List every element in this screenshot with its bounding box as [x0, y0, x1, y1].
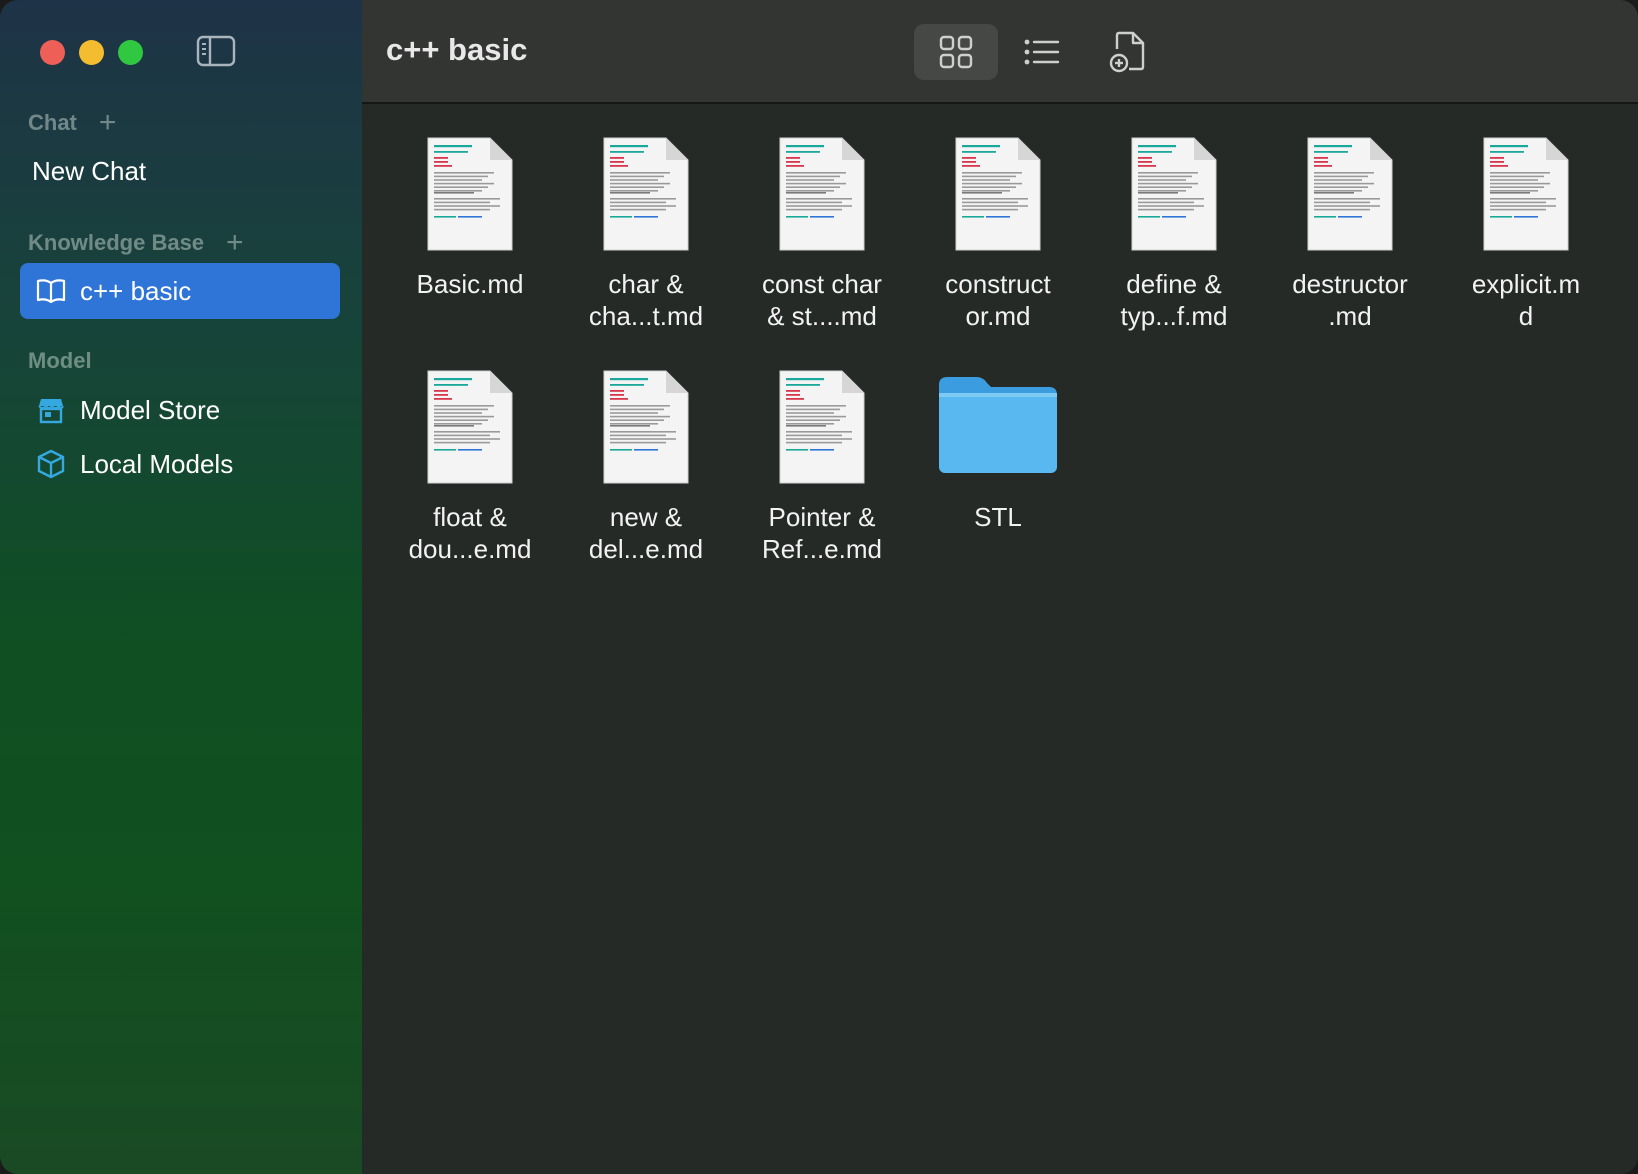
- file-name-line: typ...f.md: [1120, 301, 1228, 331]
- grid-view-button[interactable]: [914, 24, 998, 80]
- file-name-line: or.md: [965, 301, 1031, 331]
- file-item[interactable]: explicit.m d: [1438, 114, 1614, 332]
- file-name-label: Basic.md: [382, 268, 558, 300]
- file-item[interactable]: const char & st....md: [734, 114, 910, 332]
- file-name-line: construct: [945, 269, 1051, 299]
- folder-item[interactable]: STL: [910, 347, 1086, 533]
- zoom-window-button[interactable]: [118, 40, 143, 65]
- file-name-label: char & cha...t.md: [558, 268, 734, 332]
- main-area: c++ basic Basic.md char & cha...t.md con…: [362, 0, 1638, 1174]
- sidebar-toggle-button[interactable]: [196, 34, 236, 68]
- toolbar: c++ basic: [362, 0, 1638, 104]
- model-store-item[interactable]: Model Store: [20, 382, 340, 438]
- add-file-button[interactable]: [1086, 24, 1170, 80]
- file-grid: Basic.md char &cha...t.md const char&: [362, 104, 1638, 1174]
- file-item[interactable]: construct or.md: [910, 114, 1086, 332]
- list-view-icon: [1024, 39, 1060, 65]
- chat-section-header: Chat +: [28, 108, 116, 138]
- list-view-button[interactable]: [1000, 24, 1084, 80]
- file-item[interactable]: Basic.md: [382, 114, 558, 300]
- knowledge-base-section-label: Knowledge Base: [28, 230, 205, 255]
- document-icon: [427, 370, 513, 484]
- add-knowledge-base-button[interactable]: +: [226, 228, 244, 258]
- sidebar-toggle-icon: [196, 35, 236, 67]
- file-name-label: STL: [910, 501, 1086, 533]
- file-name-label: define & typ...f.md: [1086, 268, 1262, 332]
- file-name-label: construct or.md: [910, 268, 1086, 332]
- page-title: c++ basic: [386, 32, 528, 67]
- document-icon: [603, 137, 689, 251]
- knowledge-base-section-header: Knowledge Base +: [28, 228, 244, 258]
- file-item[interactable]: new & del...e.md: [558, 347, 734, 565]
- file-name-line: & st....md: [767, 301, 877, 331]
- file-name-line: const char: [762, 269, 882, 299]
- file-item[interactable]: char & cha...t.md: [558, 114, 734, 332]
- file-name-line: explicit.m: [1471, 269, 1581, 299]
- file-item[interactable]: define & typ...f.md: [1086, 114, 1262, 332]
- close-window-button[interactable]: [40, 40, 65, 65]
- file-name-line: new &: [609, 502, 683, 532]
- document-icon: [779, 370, 865, 484]
- file-name-line: Ref...e.md: [762, 534, 882, 564]
- book-icon: [36, 276, 66, 306]
- document-icon: [1483, 137, 1569, 251]
- minimize-window-button[interactable]: [79, 40, 104, 65]
- document-icon: [427, 137, 513, 251]
- file-item[interactable]: destructor .md: [1262, 114, 1438, 332]
- file-name-line: del...e.md: [588, 534, 704, 564]
- model-section-header: Model: [28, 348, 92, 374]
- chat-section-label: Chat: [28, 110, 77, 135]
- file-item[interactable]: Pointer & Ref...e.md: [734, 347, 910, 565]
- app-window: Chat + New Chat Knowledge Base + c++ bas…: [0, 0, 1638, 1174]
- file-name-line: Pointer &: [768, 502, 876, 532]
- file-name-line: d: [1518, 301, 1534, 331]
- local-models-item[interactable]: Local Models: [20, 436, 340, 492]
- sidebar: Chat + New Chat Knowledge Base + c++ bas…: [0, 0, 362, 1174]
- folder-icon: [939, 377, 1057, 473]
- cube-icon: [36, 449, 66, 479]
- document-icon: [779, 137, 865, 251]
- file-name-line: define &: [1126, 269, 1222, 299]
- file-name-line: char &: [608, 269, 684, 299]
- new-chat-label: New Chat: [32, 155, 147, 186]
- file-name-line: STL: [974, 502, 1022, 532]
- new-chat-item[interactable]: New Chat: [20, 143, 340, 199]
- local-models-label: Local Models: [80, 448, 234, 479]
- file-name-label: const char & st....md: [734, 268, 910, 332]
- file-name-label: new & del...e.md: [558, 501, 734, 565]
- document-icon: [955, 137, 1041, 251]
- window-controls: [40, 40, 143, 65]
- document-icon: [1131, 137, 1217, 251]
- knowledge-base-item-cpp-basic[interactable]: c++ basic: [20, 263, 340, 319]
- file-name-line: float &: [433, 502, 507, 532]
- file-item[interactable]: float & dou...e.md: [382, 347, 558, 565]
- file-name-line: .md: [1328, 301, 1372, 331]
- file-name-label: explicit.m d: [1438, 268, 1614, 332]
- file-name-label: destructor .md: [1262, 268, 1438, 332]
- document-icon: [603, 370, 689, 484]
- model-section-label: Model: [28, 348, 92, 373]
- file-name-line: dou...e.md: [408, 534, 532, 564]
- file-name-label: float & dou...e.md: [382, 501, 558, 565]
- knowledge-base-item-label: c++ basic: [80, 275, 192, 306]
- store-icon: [36, 395, 66, 425]
- grid-view-icon: [939, 35, 973, 69]
- file-name-line: Basic.md: [416, 269, 524, 299]
- file-name-line: cha...t.md: [588, 301, 704, 331]
- add-file-icon: [1109, 31, 1145, 73]
- model-store-label: Model Store: [80, 394, 221, 425]
- document-icon: [1307, 137, 1393, 251]
- file-name-label: Pointer & Ref...e.md: [734, 501, 910, 565]
- file-name-line: destructor: [1292, 269, 1408, 299]
- add-chat-button[interactable]: +: [99, 108, 117, 138]
